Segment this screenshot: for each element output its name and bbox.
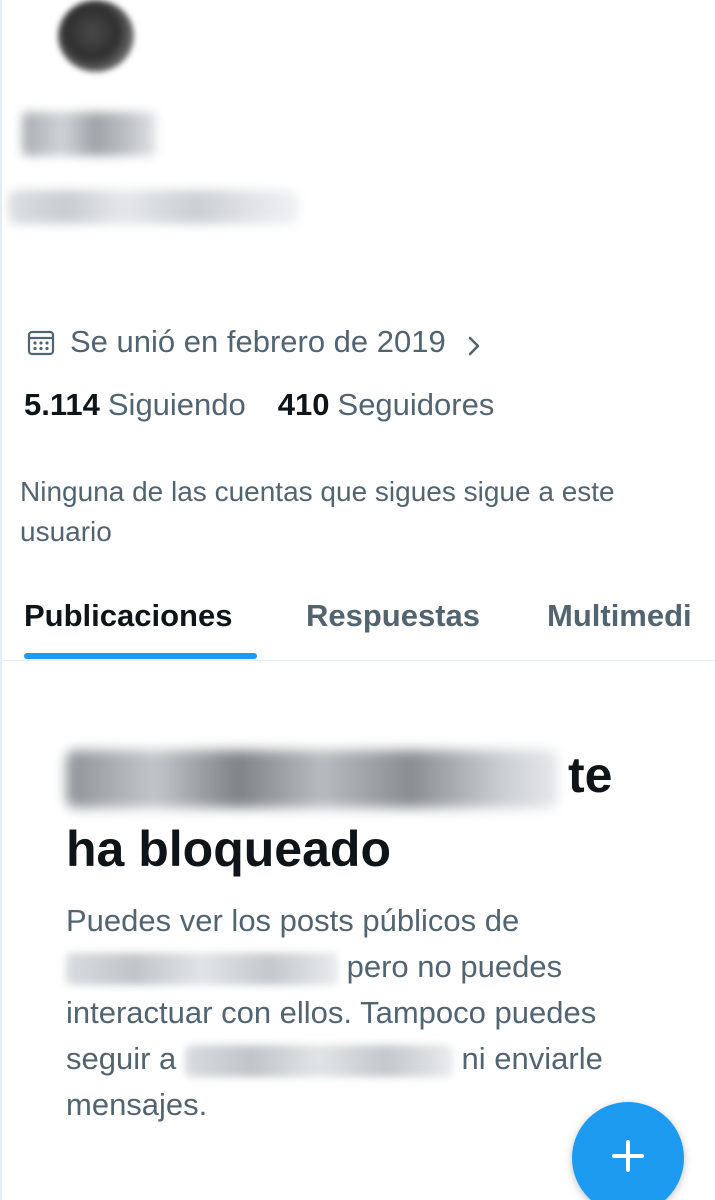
compose-button[interactable] xyxy=(572,1102,684,1200)
blocked-title-suffix: te xyxy=(568,747,613,803)
tab-multimedia[interactable]: Multimedi xyxy=(547,598,692,634)
joined-date[interactable]: Se unió en febrero de 2019 xyxy=(26,318,486,366)
following-link[interactable]: 5.114 Siguiendo xyxy=(24,387,246,423)
following-label: Siguiendo xyxy=(107,387,246,422)
blocked-message-handle-redacted-2 xyxy=(184,1044,453,1077)
mutual-followers-note: Ninguna de las cuentas que sigues sigue … xyxy=(20,476,615,547)
joined-date-text: Se unió en febrero de 2019 xyxy=(70,324,446,359)
followers-label: Seguidores xyxy=(337,387,495,422)
blocked-title-line2: ha bloqueado xyxy=(66,821,391,877)
tab-respuestas[interactable]: Respuestas xyxy=(306,598,480,634)
blocked-title: te ha bloqueado xyxy=(66,738,686,886)
tab-publicaciones[interactable]: Publicaciones xyxy=(24,598,232,634)
profile-tabs: Publicaciones Respuestas Multimedi xyxy=(0,588,715,661)
chevron-right-icon xyxy=(462,330,486,356)
blocked-handle-redacted xyxy=(66,749,558,808)
profile-page: Se unió en febrero de 2019 5.114 Siguien… xyxy=(0,0,715,1200)
avatar[interactable] xyxy=(58,0,134,72)
following-count: 5.114 xyxy=(24,387,100,422)
blocked-message: Puedes ver los posts públicos de pero no… xyxy=(66,898,666,1128)
username-redacted xyxy=(8,190,298,224)
followers-link[interactable]: 410 Seguidores xyxy=(278,387,495,423)
followers-count: 410 xyxy=(277,387,330,422)
display-name-redacted xyxy=(22,112,156,156)
plus-icon xyxy=(608,1136,648,1181)
blocked-message-handle-redacted-1 xyxy=(66,952,338,985)
active-tab-indicator xyxy=(24,653,257,659)
follow-stats: 5.114 Siguiendo 410 Seguidores xyxy=(24,387,526,423)
calendar-icon xyxy=(26,327,56,357)
blocked-message-part1: Puedes ver los posts públicos de xyxy=(66,903,520,938)
